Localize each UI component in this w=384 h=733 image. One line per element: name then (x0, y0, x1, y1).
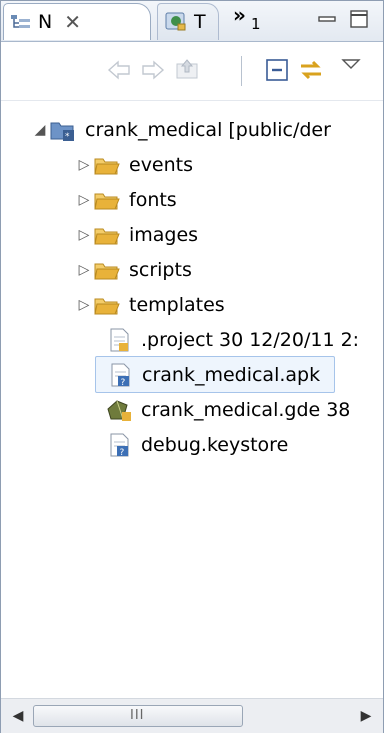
file-revision-info: 38 (326, 398, 351, 421)
svg-text:?: ? (120, 448, 125, 458)
tree-item-events[interactable]: ▷ events (75, 146, 193, 183)
tree-item-label: fonts (129, 188, 177, 211)
svg-text:*: * (65, 132, 70, 142)
tree-item-label: crank_medical [public/der (85, 118, 331, 141)
tree-item-project-file[interactable]: .project 30 12/20/11 2: (105, 321, 359, 358)
scrollbar-grip: III (130, 708, 145, 723)
unknown-file-icon: ? (110, 433, 129, 458)
scroll-right-arrow-icon[interactable]: ▶ (355, 705, 377, 727)
collapsed-triangle-icon[interactable]: ▷ (75, 297, 93, 313)
overflow-count: 1 (251, 15, 261, 33)
tree-item-label: images (129, 223, 199, 246)
tree-item-label: templates (129, 293, 225, 316)
folder-icon (94, 228, 120, 244)
collapsed-triangle-icon[interactable]: ▷ (75, 262, 93, 278)
tree-item-fonts[interactable]: ▷ fonts (75, 181, 177, 218)
view-menu-icon[interactable] (337, 52, 365, 80)
project-folder-icon: * (50, 122, 74, 142)
tree-item-label: debug.keystore (141, 433, 289, 456)
tree-item-label: .project (141, 328, 213, 351)
folder-icon (94, 193, 120, 209)
tree-item-label: events (129, 153, 194, 176)
collapsed-triangle-icon[interactable]: ▷ (75, 157, 93, 173)
navigator-view: N ✕ T » 1 ◢ * crank_medical [public/der … (0, 0, 384, 733)
link-with-editor-icon[interactable] (297, 56, 325, 84)
tab-type-hierarchy-label: T (194, 11, 206, 33)
view-toolbar (1, 42, 383, 101)
view-tab-strip: N ✕ T » 1 (1, 1, 383, 42)
horizontal-scrollbar[interactable]: ◀ III ▶ (1, 698, 383, 733)
file-revision-info: 30 12/20/11 2: (218, 328, 360, 351)
tree-item-gde[interactable]: crank_medical.gde 38 (105, 391, 350, 428)
folder-icon (94, 298, 120, 314)
tab-navigator-label: N (38, 11, 53, 33)
folder-icon (94, 158, 120, 174)
tab-navigator[interactable]: N ✕ (3, 3, 151, 40)
close-icon[interactable]: ✕ (64, 10, 81, 34)
scroll-left-arrow-icon[interactable]: ◀ (7, 705, 29, 727)
tree-item-label: crank_medical.apk (142, 363, 321, 386)
collapsed-triangle-icon[interactable]: ▷ (75, 192, 93, 208)
tree-item-scripts[interactable]: ▷ scripts (75, 251, 192, 288)
scrollbar-thumb[interactable]: III (33, 705, 243, 727)
tree-item-apk[interactable]: ? crank_medical.apk (95, 356, 335, 393)
tree-item-keystore[interactable]: ? debug.keystore (105, 426, 288, 463)
tree-item-label: crank_medical.gde (141, 398, 321, 421)
collapsed-triangle-icon[interactable]: ▷ (75, 227, 93, 243)
type-hierarchy-icon (165, 12, 186, 31)
svg-text:?: ? (121, 378, 126, 388)
navigator-icon (11, 15, 30, 28)
up-icon[interactable] (173, 56, 201, 84)
toolbar-separator (241, 56, 242, 86)
tree-item-label: scripts (129, 258, 192, 281)
overflow-chevron-icon[interactable]: » (233, 3, 246, 27)
folder-icon (94, 263, 120, 279)
collapse-all-icon[interactable] (263, 56, 291, 84)
maximize-icon[interactable] (347, 7, 371, 31)
minimize-icon[interactable] (315, 7, 339, 31)
expanded-triangle-icon[interactable]: ◢ (31, 122, 49, 138)
tree-item-project-root[interactable]: ◢ * crank_medical [public/der (31, 111, 331, 148)
forward-icon[interactable] (139, 56, 167, 84)
project-tree: ◢ * crank_medical [public/der ▷ events ▷… (1, 101, 383, 686)
tree-item-images[interactable]: ▷ images (75, 216, 198, 253)
unknown-file-icon: ? (111, 363, 130, 388)
tree-item-templates[interactable]: ▷ templates (75, 286, 225, 323)
tab-type-hierarchy[interactable]: T (157, 3, 219, 40)
back-icon[interactable] (105, 56, 133, 84)
file-icon (110, 328, 129, 351)
gde-file-icon (107, 399, 131, 421)
